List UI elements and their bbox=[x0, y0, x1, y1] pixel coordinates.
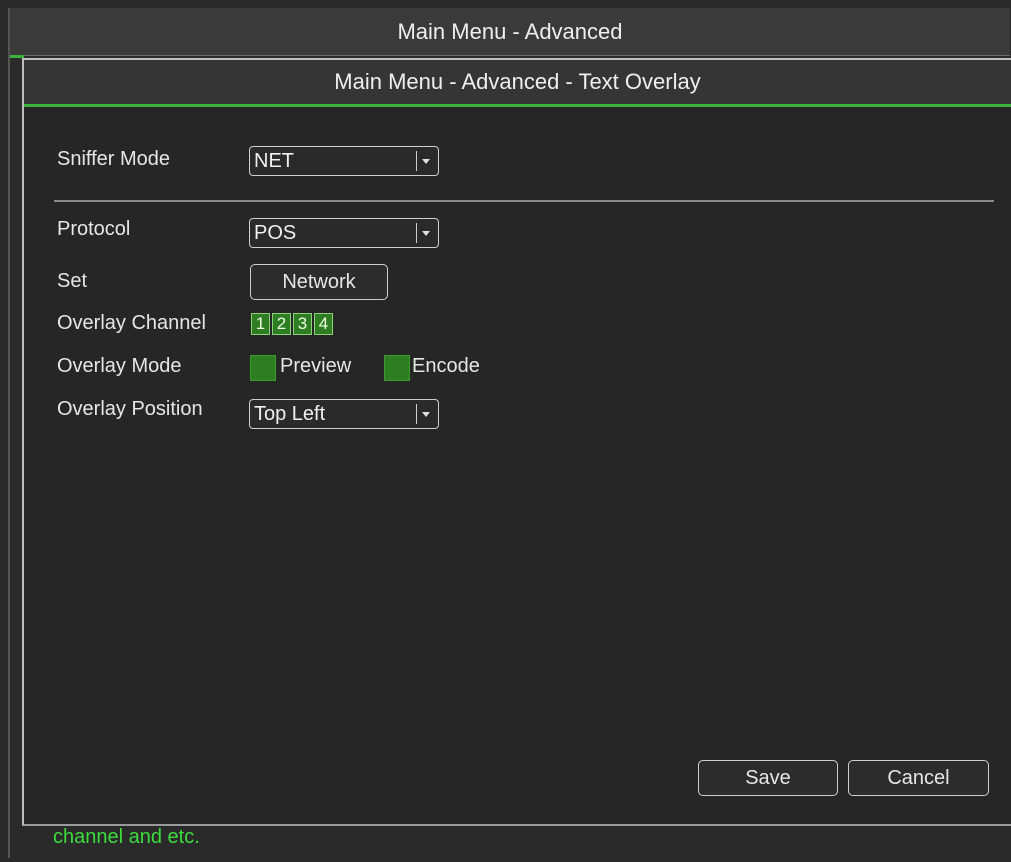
status-help-text: channel and etc. bbox=[53, 826, 200, 848]
overlay-channel-2-toggle[interactable]: 2 bbox=[272, 313, 291, 335]
encode-label: Encode bbox=[412, 355, 480, 377]
overlay-position-label: Overlay Position bbox=[57, 398, 203, 420]
sniffer-mode-label: Sniffer Mode bbox=[57, 148, 171, 170]
protocol-value: POS bbox=[254, 222, 297, 244]
dvr-screen: Main Menu - Advanced Main Menu - Advance… bbox=[0, 0, 1011, 862]
overlay-position-value: Top Left bbox=[254, 403, 326, 425]
overlay-channel-4-toggle[interactable]: 4 bbox=[314, 313, 333, 335]
cancel-button[interactable]: Cancel bbox=[848, 760, 989, 796]
outer-window-title: Main Menu - Advanced bbox=[10, 8, 1010, 56]
chevron-down-icon[interactable] bbox=[416, 223, 434, 243]
save-button[interactable]: Save bbox=[698, 760, 838, 796]
overlay-position-select[interactable]: Top Left bbox=[249, 399, 439, 429]
divider bbox=[54, 200, 994, 202]
dialog-title: Main Menu - Advanced - Text Overlay bbox=[24, 60, 1011, 107]
chevron-down-icon[interactable] bbox=[416, 151, 434, 171]
encode-checkbox[interactable] bbox=[384, 355, 410, 381]
overlay-channel-1-toggle[interactable]: 1 bbox=[251, 313, 270, 335]
overlay-channel-3-toggle[interactable]: 3 bbox=[293, 313, 312, 335]
overlay-mode-label: Overlay Mode bbox=[57, 355, 182, 377]
chevron-down-icon[interactable] bbox=[416, 404, 434, 424]
network-button[interactable]: Network bbox=[250, 264, 388, 300]
outer-window-edge bbox=[8, 8, 10, 858]
preview-label: Preview bbox=[280, 355, 352, 377]
text-overlay-dialog: Main Menu - Advanced - Text Overlay Snif… bbox=[22, 58, 1011, 826]
set-label: Set bbox=[57, 270, 88, 292]
sniffer-mode-value: NET bbox=[254, 150, 294, 172]
protocol-select[interactable]: POS bbox=[249, 218, 439, 248]
sniffer-mode-select[interactable]: NET bbox=[249, 146, 439, 176]
protocol-label: Protocol bbox=[57, 218, 131, 240]
preview-checkbox[interactable] bbox=[250, 355, 276, 381]
overlay-channel-label: Overlay Channel bbox=[57, 312, 206, 334]
